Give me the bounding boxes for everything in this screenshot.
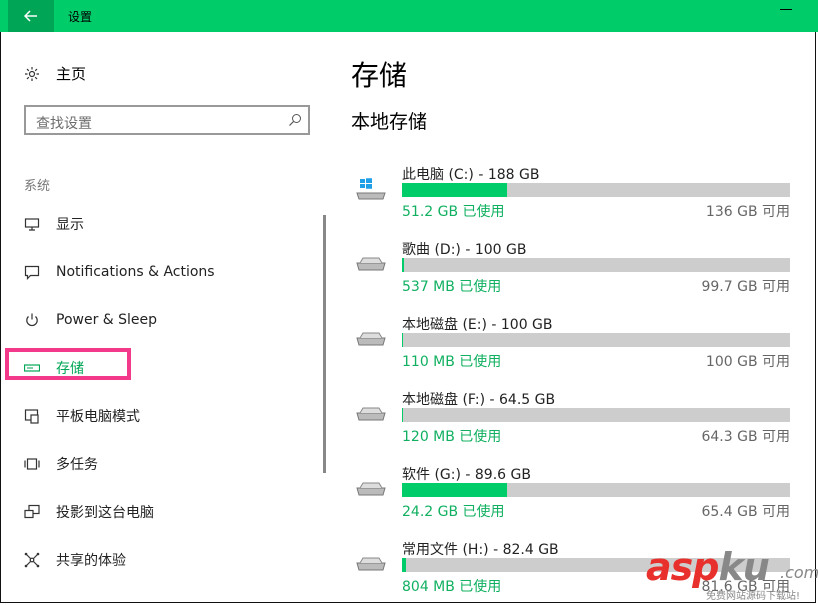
drive-item-d[interactable]: 歌曲 (D:) - 100 GB 537 MB 已使用 99.7 GB 可用 (354, 239, 794, 299)
drive-usage-bar (402, 183, 790, 197)
drive-usage-fill (402, 408, 403, 422)
group-label-system: 系统 (24, 179, 51, 194)
hard-drive-icon (356, 332, 386, 346)
drive-name: 常用文件 (H:) - 82.4 GB (402, 542, 559, 558)
nav-item-label: 投影到这台电脑 (56, 505, 154, 521)
tablet-mode-icon (24, 409, 39, 424)
home-label: 主页 (56, 65, 87, 83)
nav-item-label: 多任务 (56, 457, 98, 473)
search-input[interactable]: 查找设置 (24, 105, 310, 135)
nav-item-project[interactable]: 投影到这台电脑 (24, 500, 154, 524)
drive-name: 本地磁盘 (F:) - 64.5 GB (402, 392, 556, 408)
monitor-icon (24, 218, 40, 231)
watermark-main: aspku (646, 545, 770, 589)
storage-highlight-box (5, 348, 131, 380)
watermark-domain: .com (780, 563, 818, 582)
drive-usage-fill (402, 258, 404, 272)
drive-free: 64.3 GB 可用 (701, 429, 790, 445)
hard-drive-icon (356, 257, 386, 271)
nav-item-label: Power & Sleep (56, 312, 158, 328)
drive-free: 136 GB 可用 (705, 204, 790, 220)
drive-used: 110 MB 已使用 (402, 354, 502, 370)
page-title: 存储 (351, 59, 408, 92)
drive-usage-bar (402, 333, 790, 347)
nav-item-power[interactable]: Power & Sleep (24, 308, 157, 332)
watermark-subtitle: 免费网站源码下载站! (706, 591, 801, 602)
drive-usage-bar (402, 408, 790, 422)
drive-free: 65.4 GB 可用 (701, 504, 790, 520)
home-link[interactable]: 主页 (24, 63, 86, 84)
drive-used: 537 MB 已使用 (402, 279, 502, 295)
nav-item-label: 显示 (56, 217, 84, 233)
drive-used: 51.2 GB 已使用 (402, 204, 505, 220)
nav-item-notifications[interactable]: Notifications & Actions (24, 260, 215, 284)
drive-usage-fill (402, 183, 507, 197)
hard-drive-icon (356, 482, 386, 496)
drive-usage-bar (402, 483, 790, 497)
back-button[interactable] (8, 0, 54, 32)
window-title: 设置 (68, 10, 93, 24)
drive-name: 本地磁盘 (E:) - 100 GB (402, 317, 553, 333)
drive-free: 99.7 GB 可用 (701, 279, 790, 295)
storage-page: 存储 本地存储 此电脑 (C:) - 188 GB 51.2 GB 已使用 13… (330, 32, 818, 605)
title-bar: 设置 (0, 0, 818, 32)
multitask-icon (24, 458, 40, 470)
drive-item-g[interactable]: 软件 (G:) - 89.6 GB 24.2 GB 已使用 65.4 GB 可用 (354, 464, 794, 524)
nav-item-multitask[interactable]: 多任务 (24, 452, 98, 476)
hard-drive-icon (356, 407, 386, 421)
nav-item-label: 共享的体验 (56, 553, 126, 569)
drive-name: 软件 (G:) - 89.6 GB (402, 467, 531, 483)
arrow-left-icon (24, 10, 37, 22)
search-placeholder: 查找设置 (36, 116, 92, 132)
drive-item-e[interactable]: 本地磁盘 (E:) - 100 GB 110 MB 已使用 100 GB 可用 (354, 314, 794, 374)
gear-icon (25, 66, 39, 81)
nav-item-label: 平板电脑模式 (56, 409, 140, 425)
nav-item-tablet-mode[interactable]: 平板电脑模式 (24, 404, 140, 428)
section-title-local-storage: 本地存储 (351, 111, 428, 133)
watermark-logo: aspku .com 免费网站源码下载站! (646, 545, 818, 605)
sidebar-scrollbar[interactable] (323, 215, 326, 473)
windows-drive-icon (356, 178, 386, 200)
drive-name: 此电脑 (C:) - 188 GB (402, 167, 540, 183)
notification-icon (24, 265, 40, 280)
drive-usage-fill (402, 483, 507, 497)
drive-free: 100 GB 可用 (705, 354, 790, 370)
drive-usage-bar (402, 258, 790, 272)
drive-used: 804 MB 已使用 (402, 579, 502, 595)
drive-used: 120 MB 已使用 (402, 429, 502, 445)
nav-item-display[interactable]: 显示 (24, 212, 84, 236)
settings-sidebar: 主页 查找设置 系统 显示 Notifications & Actions Po… (0, 32, 330, 605)
project-icon (24, 504, 40, 519)
hard-drive-icon (356, 557, 386, 571)
search-icon (289, 114, 301, 126)
shared-experience-icon (24, 552, 40, 568)
nav-item-label: Notifications & Actions (56, 264, 215, 280)
drive-usage-fill (402, 558, 406, 572)
drive-item-c[interactable]: 此电脑 (C:) - 188 GB 51.2 GB 已使用 136 GB 可用 (354, 164, 794, 224)
drive-name: 歌曲 (D:) - 100 GB (402, 242, 527, 258)
drive-used: 24.2 GB 已使用 (402, 504, 505, 520)
minimize-button[interactable] (780, 9, 792, 10)
power-icon (26, 313, 38, 327)
drive-item-f[interactable]: 本地磁盘 (F:) - 64.5 GB 120 MB 已使用 64.3 GB 可… (354, 389, 794, 449)
nav-item-shared-experiences[interactable]: 共享的体验 (24, 548, 126, 572)
